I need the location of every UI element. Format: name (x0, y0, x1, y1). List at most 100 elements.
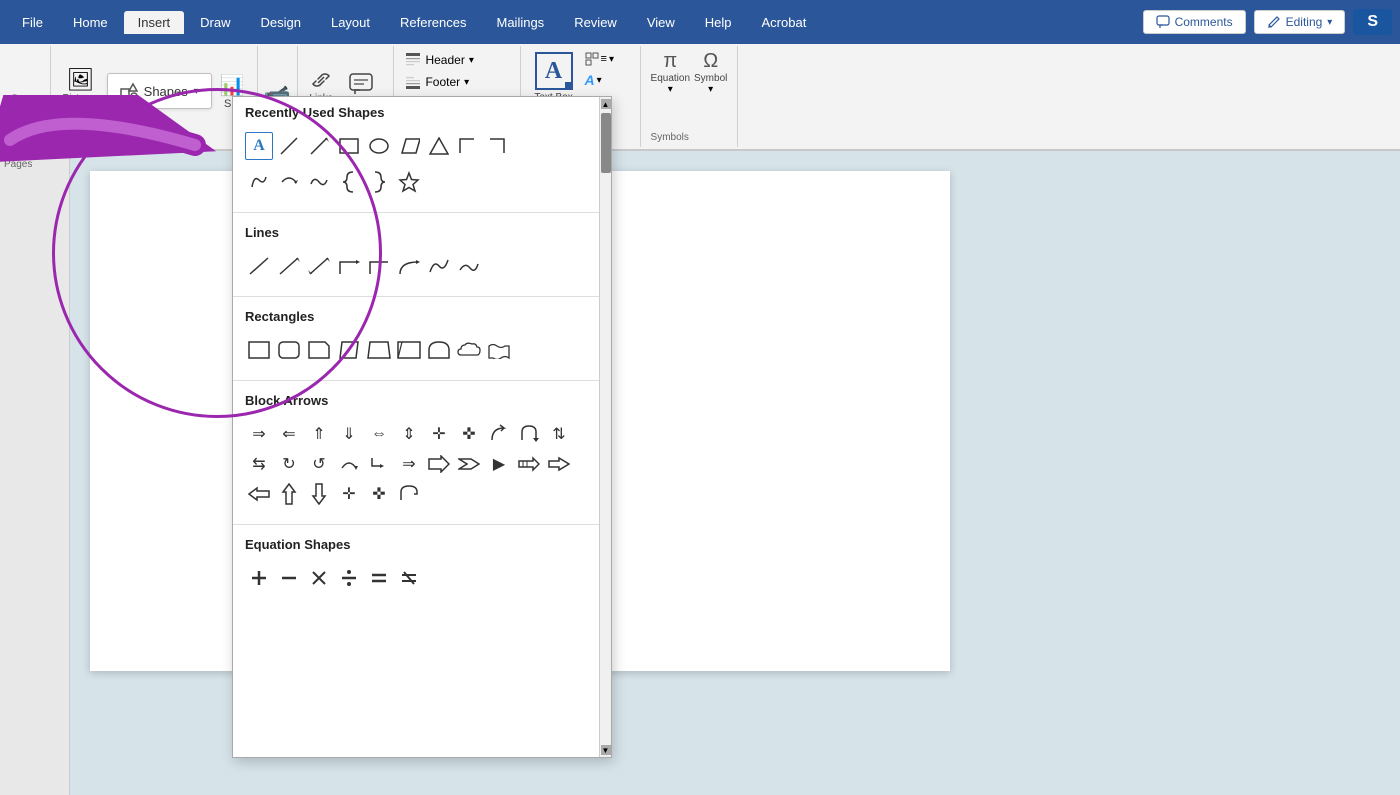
quick-parts-button[interactable]: ≡ ▾ (583, 50, 616, 68)
rect-trapezoid[interactable] (365, 336, 393, 364)
scroll-thumb[interactable] (601, 113, 611, 173)
symbol-button[interactable]: Ω Symbol ▾ (694, 50, 727, 95)
shape-ellipse[interactable] (365, 132, 393, 160)
arrow-right3[interactable] (425, 450, 453, 478)
arrow-right-call[interactable] (545, 450, 573, 478)
shape-freeform[interactable] (245, 168, 273, 196)
tab-design[interactable]: Design (247, 11, 315, 34)
rect-rounded[interactable] (275, 336, 303, 364)
sidebar: Pages (0, 151, 70, 795)
tab-references[interactable]: References (386, 11, 480, 34)
shape-line-diag2[interactable] (305, 132, 333, 160)
shape-squiggle[interactable] (305, 168, 333, 196)
shape-star[interactable] (395, 168, 423, 196)
tab-home[interactable]: Home (59, 11, 122, 34)
arrow-down[interactable]: ⇓ (335, 420, 363, 448)
arrow-u-turn[interactable] (395, 480, 423, 508)
arrow-uturn[interactable] (515, 420, 543, 448)
arrow-down2[interactable] (305, 480, 333, 508)
rect-diagonal-stripe[interactable] (395, 336, 423, 364)
tab-file[interactable]: File (8, 11, 57, 34)
editing-button[interactable]: Editing ▾ (1254, 10, 1346, 34)
comments-button[interactable]: Comments (1143, 10, 1246, 34)
shape-text-cursor[interactable]: A (245, 132, 273, 160)
eq-multiply[interactable] (305, 564, 333, 592)
tab-help[interactable]: Help (691, 11, 746, 34)
line-double-arrow[interactable] (305, 252, 333, 280)
shape-triangle[interactable] (425, 132, 453, 160)
eq-equals[interactable] (365, 564, 393, 592)
shape-corner-rect1[interactable] (455, 132, 483, 160)
eq-divide[interactable] (335, 564, 363, 592)
share-button[interactable]: S (1353, 9, 1392, 35)
rect-snipped[interactable] (305, 336, 333, 364)
arrow-left-right[interactable]: ⇔ (365, 420, 393, 448)
shape-parallelogram[interactable] (395, 132, 423, 160)
tab-review[interactable]: Review (560, 11, 631, 34)
arrow-cw[interactable]: ↻ (275, 450, 303, 478)
line-arrow[interactable] (275, 252, 303, 280)
eq-plus[interactable] (245, 564, 273, 592)
rect-cloud[interactable] (455, 336, 483, 364)
arrow-curve-right[interactable] (485, 420, 513, 448)
shapes-dropdown-button[interactable]: Shapes ▾ (107, 73, 212, 109)
arrow-quad2[interactable]: ✜ (365, 480, 393, 508)
arrow-up-down2[interactable]: ⇅ (545, 420, 573, 448)
shape-brace-open[interactable] (335, 168, 363, 196)
tab-insert[interactable]: Insert (124, 11, 185, 34)
shape-line-diag1[interactable] (275, 132, 303, 160)
shape-curve-back[interactable] (275, 168, 303, 196)
shapes-panel-content: Recently Used Shapes A (233, 97, 599, 757)
arrow-quad[interactable]: ✜ (455, 420, 483, 448)
arrow-solid-right[interactable]: ▶ (485, 450, 513, 478)
arrow-ccw[interactable]: ↺ (305, 450, 333, 478)
line-plain[interactable] (245, 252, 273, 280)
line-scribble[interactable] (425, 252, 453, 280)
arrow-chevron[interactable] (455, 450, 483, 478)
comment-icon (1156, 15, 1170, 29)
lines-title: Lines (245, 225, 587, 244)
line-elbow2[interactable] (365, 252, 393, 280)
equation-button[interactable]: π Equation ▾ (651, 50, 690, 95)
tab-draw[interactable]: Draw (186, 11, 244, 34)
eq-not-equals[interactable] (395, 564, 423, 592)
shape-rect[interactable] (335, 132, 363, 160)
arrow-right[interactable]: ⇒ (245, 420, 273, 448)
arrow-up-down[interactable]: ⇕ (395, 420, 423, 448)
tab-layout[interactable]: Layout (317, 11, 384, 34)
footer-icon (405, 74, 421, 90)
rect-parallelogram[interactable] (335, 336, 363, 364)
symbol-icon: Ω (703, 50, 718, 73)
rect-half-circle[interactable] (425, 336, 453, 364)
tab-acrobat[interactable]: Acrobat (748, 11, 821, 34)
arrow-left-right2[interactable]: ⇆ (245, 450, 273, 478)
footer-button[interactable]: Footer ▾ (402, 72, 511, 92)
shape-corner-rect2[interactable] (485, 132, 513, 160)
tab-mailings[interactable]: Mailings (483, 11, 559, 34)
arrow-right2[interactable]: ⇒ (395, 450, 423, 478)
line-elbow[interactable] (335, 252, 363, 280)
arrow-left3[interactable] (245, 480, 273, 508)
rect-wave[interactable] (485, 336, 513, 364)
line-curved[interactable] (395, 252, 423, 280)
arrow-cross2[interactable]: ✛ (335, 480, 363, 508)
arrow-down-bend[interactable] (365, 450, 393, 478)
scrollbar[interactable]: ▲ ▼ (599, 97, 611, 757)
arrow-striped[interactable] (515, 450, 543, 478)
footer-chevron: ▾ (464, 77, 469, 88)
tab-view[interactable]: View (633, 11, 689, 34)
scroll-down[interactable]: ▼ (601, 745, 611, 755)
arrow-up[interactable]: ⇑ (305, 420, 333, 448)
line-freeform2[interactable] (455, 252, 483, 280)
scroll-up[interactable]: ▲ (601, 99, 611, 109)
arrow-curved[interactable] (335, 450, 363, 478)
rect-plain[interactable] (245, 336, 273, 364)
header-button[interactable]: Header ▾ (402, 50, 511, 70)
arrow-left[interactable]: ⇐ (275, 420, 303, 448)
shape-brace-close[interactable] (365, 168, 393, 196)
eq-minus[interactable] (275, 564, 303, 592)
wordart-button[interactable]: A ▾ (583, 70, 616, 90)
arrow-cross[interactable]: ✛ (425, 420, 453, 448)
arrow-up2[interactable] (275, 480, 303, 508)
pictures-button[interactable]: 🖼 Pictures ▾ (59, 65, 103, 117)
